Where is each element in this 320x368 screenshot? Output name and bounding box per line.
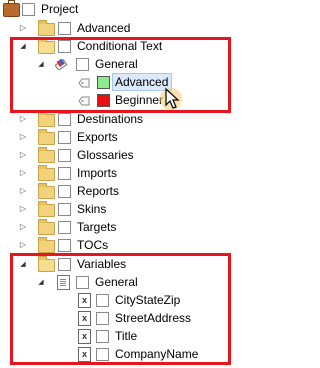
tree-label: Imports (77, 166, 118, 180)
project-checkbox[interactable] (22, 3, 35, 16)
expand-arrow-icon[interactable] (18, 236, 28, 254)
annotation-box-variables (10, 253, 231, 365)
checkbox[interactable] (58, 131, 71, 144)
checkbox[interactable] (58, 167, 71, 180)
tree-label: Targets (77, 220, 117, 234)
tree-label: Exports (77, 130, 118, 144)
project-tree: Project Advanced Conditional Text Genera… (0, 0, 245, 368)
tree-label: Advanced (77, 21, 131, 35)
folder-icon (38, 219, 55, 235)
checkbox[interactable] (58, 113, 71, 126)
folder-icon (38, 237, 55, 253)
checkbox[interactable] (58, 149, 71, 162)
checkbox[interactable] (58, 185, 71, 198)
folder-icon (38, 20, 55, 36)
tree-row-project[interactable]: Project (0, 0, 245, 18)
tree-row-advanced[interactable]: Advanced (0, 19, 245, 37)
checkbox[interactable] (58, 203, 71, 216)
tree-row-skins[interactable]: Skins (0, 200, 245, 218)
checkbox[interactable] (58, 221, 71, 234)
folder-icon (38, 147, 55, 163)
tree-row-glossaries[interactable]: Glossaries (0, 146, 245, 164)
tree-row-reports[interactable]: Reports (0, 182, 245, 200)
mouse-cursor-icon (156, 85, 186, 115)
folder-icon (38, 201, 55, 217)
tree-label: Project (41, 2, 79, 16)
tree-row-exports[interactable]: Exports (0, 128, 245, 146)
expand-arrow-icon[interactable] (18, 218, 28, 236)
checkbox[interactable] (58, 22, 71, 35)
expand-arrow-icon[interactable] (18, 200, 28, 218)
tree-row-imports[interactable]: Imports (0, 164, 245, 182)
folder-icon (38, 183, 55, 199)
tree-row-tocs[interactable]: TOCs (0, 236, 245, 254)
expand-arrow-icon[interactable] (18, 19, 28, 37)
expand-arrow-icon[interactable] (18, 182, 28, 200)
tree-label: Glossaries (77, 148, 134, 162)
briefcase-icon (3, 0, 20, 17)
annotation-box-conditional-text (10, 37, 231, 113)
expand-arrow-icon[interactable] (18, 146, 28, 164)
expand-arrow-icon[interactable] (18, 128, 28, 146)
folder-icon (38, 129, 55, 145)
tree-label: Reports (77, 184, 120, 198)
folder-icon (38, 111, 55, 127)
tree-label: Skins (77, 202, 107, 216)
tree-label: TOCs (77, 238, 109, 252)
expand-arrow-icon[interactable] (18, 164, 28, 182)
checkbox[interactable] (58, 239, 71, 252)
folder-icon (38, 165, 55, 181)
tree-row-targets[interactable]: Targets (0, 218, 245, 236)
